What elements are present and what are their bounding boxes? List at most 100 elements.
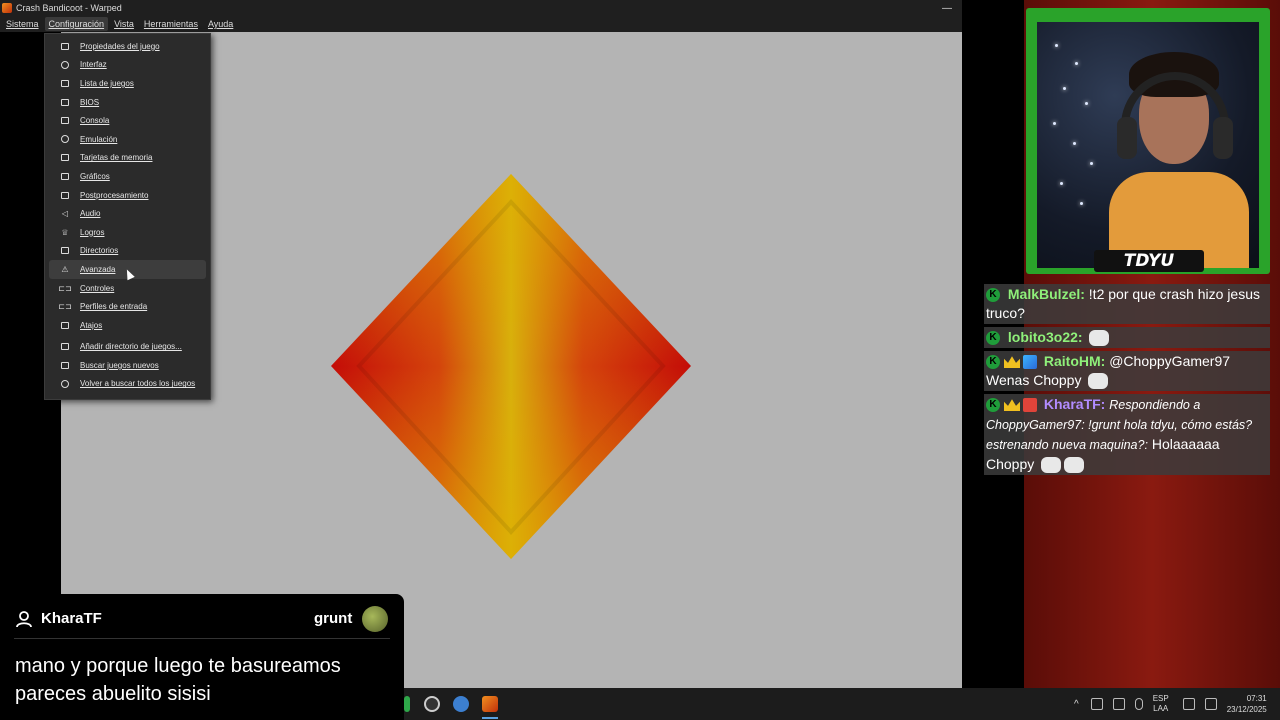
dropdown-item[interactable]: Postprocesamiento (49, 186, 206, 205)
language-code: ESP (1152, 694, 1169, 703)
emote-icon (1064, 457, 1085, 474)
folder-icon (60, 78, 70, 88)
alert-username: KharaTF (41, 610, 102, 627)
window-titlebar: Crash Bandicoot - Warped — ❐ ✕ (0, 0, 1024, 16)
dropdown-item-label: Lista de juegos (80, 78, 134, 88)
chat-username: MalkBulzel: (1007, 286, 1085, 302)
dropdown-item[interactable]: Lista de juegos (49, 74, 206, 93)
webcam-name-tag: TDYU (1094, 250, 1204, 272)
dropdown-item[interactable]: Tarjetas de memoria (49, 149, 206, 168)
dropdown-item[interactable]: Directorios (49, 242, 206, 261)
obs-icon[interactable] (424, 696, 440, 712)
duckstation-icon[interactable] (482, 696, 498, 712)
gift-badge-icon (1023, 398, 1037, 413)
dropdown-item[interactable]: Consola (49, 111, 206, 130)
subscriber-badge-icon (1023, 355, 1037, 370)
cat-emote-icon (1089, 330, 1110, 347)
dropdown-item-label: Directorios (80, 246, 119, 256)
dropdown-item[interactable]: ◁ Audio (49, 204, 206, 223)
language-indicator[interactable]: ESP LAA (1153, 694, 1169, 714)
user-icon (16, 611, 32, 628)
refresh-tray-icon[interactable] (1090, 698, 1103, 710)
game-properties-icon (60, 41, 70, 51)
gamepad-icon: ⊏⊐ (58, 283, 72, 293)
alert-message: mano y porque luego te basureamos parece… (15, 655, 341, 705)
green-app-icon[interactable] (404, 696, 410, 712)
display-icon[interactable] (1182, 698, 1195, 710)
taskbar: ^ ESP LAA 07:31 23/12/2025 (404, 688, 1280, 720)
dropdown-item-label: Perfiles de entrada (80, 302, 148, 312)
dropdown-item[interactable]: Emulación (49, 130, 206, 149)
dropdown-item[interactable]: ⊏⊐ Perfiles de entrada (49, 297, 206, 316)
chat-badge-icon: K (986, 398, 1000, 413)
chat-message: K RaitoHM: @ChoppyGamer97 Wenas Choppy (984, 351, 1270, 391)
menu-bar: Sistema Configuración Vista Herramientas… (0, 16, 1024, 32)
memory-card-icon (60, 153, 70, 163)
image-icon (60, 171, 70, 181)
chat-message: K KharaTF: Respondiendo a ChoppyGamer97:… (984, 394, 1270, 475)
system-tray: ^ ESP LAA 07:31 23/12/2025 (1074, 688, 1267, 720)
clock[interactable]: 07:31 23/12/2025 (1227, 693, 1267, 715)
dropdown-item-label: Propiedades del juego (80, 41, 160, 51)
chat-badge-icon: K (986, 288, 1000, 303)
dropdown-item-label: Controles (80, 283, 115, 293)
dropdown-item-label: Interfaz (80, 60, 107, 70)
volume-icon[interactable] (1204, 698, 1217, 710)
minimize-button[interactable]: — (942, 3, 952, 14)
menu-configuracion[interactable]: Configuración (44, 17, 109, 31)
dropdown-item[interactable]: ⊏⊐ Controles (49, 279, 206, 298)
menu-sistema[interactable]: Sistema (2, 17, 43, 31)
chat-message: K MalkBulzel: !t2 por que crash hizo jes… (984, 284, 1270, 324)
window-title: Crash Bandicoot - Warped (16, 3, 122, 13)
webcam-feed (1037, 22, 1259, 268)
crown-badge-icon (1004, 356, 1020, 369)
settings-gear-icon[interactable] (453, 696, 469, 712)
grunt-avatar-icon (362, 606, 388, 632)
menu-herramientas[interactable]: Herramientas (140, 17, 202, 31)
chat-username: RaitoHM: (1043, 353, 1106, 369)
active-app-indicator (482, 717, 498, 719)
speaker-icon: ◁ (61, 209, 69, 219)
alert-divider (14, 638, 390, 639)
dropdown-item[interactable]: Buscar juegos nuevos (49, 356, 206, 375)
screen: Crash Bandicoot - Warped — ❐ ✕ Sistema C… (0, 0, 1280, 720)
chat-username: KharaTF: (1043, 396, 1106, 412)
dropdown-item[interactable]: Volver a buscar todos los juegos (49, 375, 206, 394)
menu-ayuda[interactable]: Ayuda (204, 17, 237, 31)
refresh-icon (60, 379, 70, 389)
add-folder-icon (60, 342, 70, 352)
network-tray-icon[interactable] (1112, 698, 1125, 710)
alert-command: grunt (314, 610, 353, 627)
emote-icon (1088, 373, 1109, 390)
microphone-icon[interactable] (1134, 698, 1143, 710)
keyboard-icon (60, 320, 70, 330)
configuracion-dropdown: Propiedades del juego Interfaz Lista de ju… (44, 33, 211, 400)
dropdown-item-label: Emulación (80, 134, 118, 144)
folder-icon (60, 246, 70, 256)
clock-time: 07:31 (1246, 694, 1267, 703)
dropdown-item-label: Postprocesamiento (80, 190, 149, 200)
app-icon (2, 3, 12, 13)
dropdown-item[interactable]: Interfaz (49, 56, 206, 75)
chat-alert-box: KharaTF grunt mano y porque luego te bas… (0, 594, 404, 720)
dropdown-item[interactable]: Gráficos (49, 167, 206, 186)
dropdown-item[interactable]: Añadir directorio de juegos... (49, 338, 206, 357)
dropdown-item[interactable]: ♕ Logros (49, 223, 206, 242)
chat-message: K lobito3o22: (984, 327, 1270, 348)
gamepad-icon: ⊏⊐ (58, 302, 72, 312)
dropdown-item-label: Consola (80, 116, 110, 126)
chat-username: lobito3o22: (1007, 329, 1083, 345)
dropdown-item-label: Añadir directorio de juegos... (80, 342, 182, 352)
chevron-up-icon[interactable]: ^ (1074, 699, 1079, 710)
streamer (1109, 52, 1249, 268)
warning-icon: ⚠ (61, 264, 69, 274)
console-icon (60, 116, 70, 126)
chip-icon (60, 97, 70, 107)
dropdown-item[interactable]: BIOS (49, 93, 206, 112)
menu-vista[interactable]: Vista (110, 17, 138, 31)
dropdown-item[interactable]: Atajos (49, 316, 206, 335)
chat-badge-icon: K (986, 355, 1000, 370)
dropdown-item-label: BIOS (80, 97, 100, 107)
dropdown-item-label: Audio (80, 209, 101, 219)
dropdown-item[interactable]: Propiedades del juego (49, 37, 206, 56)
